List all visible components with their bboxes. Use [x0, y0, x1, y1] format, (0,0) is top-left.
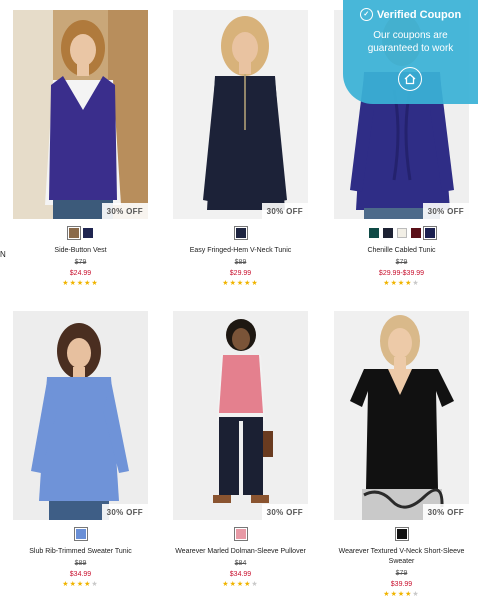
color-swatches: [13, 226, 148, 240]
star-icon: ★: [251, 280, 259, 287]
color-swatch[interactable]: [66, 226, 81, 240]
rating-stars: ★★★★★: [173, 279, 308, 289]
star-icon: ★: [412, 280, 420, 287]
color-swatch[interactable]: [394, 527, 409, 541]
sale-price: $29.99: [229, 270, 252, 277]
color-swatches: [173, 527, 308, 541]
discount-badge: 30% OFF: [261, 203, 308, 219]
coupon-subtitle-line: guaranteed to work: [367, 43, 454, 54]
star-icon: ★: [383, 280, 391, 287]
original-price: $79: [74, 259, 87, 266]
product-image[interactable]: 30% OFF: [13, 10, 148, 219]
star-icon: ★: [91, 280, 99, 287]
star-icon: ★: [222, 581, 230, 588]
star-icon: ★: [62, 280, 70, 287]
coupon-title: Verified Coupon: [376, 8, 462, 21]
product-name[interactable]: Slub Rib-Trimmed Sweater Tunic: [13, 547, 148, 557]
product-name[interactable]: Wearever Marled Dolman-Sleeve Pullover: [173, 547, 308, 557]
original-price: $79: [395, 259, 408, 266]
star-icon: ★: [62, 581, 70, 588]
star-icon: ★: [222, 280, 230, 287]
star-icon: ★: [251, 581, 259, 588]
product-image[interactable]: 30% OFF: [13, 311, 148, 520]
discount-badge: 30% OFF: [101, 203, 148, 219]
rating-stars: ★★★★★: [173, 580, 308, 590]
original-price: $89: [74, 560, 87, 567]
sale-price: $39.99: [390, 581, 413, 588]
sale-price: $29.99-$39.99: [378, 270, 425, 277]
sale-price: $34.99: [229, 571, 252, 578]
star-icon: ★: [229, 581, 237, 588]
product-image[interactable]: 30% OFF: [334, 311, 469, 520]
discount-badge: 30% OFF: [422, 203, 469, 219]
color-swatch[interactable]: [82, 228, 93, 238]
rating-stars: ★★★★★: [13, 580, 148, 590]
color-swatch[interactable]: [422, 226, 437, 240]
sale-price: $24.99: [69, 270, 92, 277]
product-name[interactable]: Chenille Cabled Tunic: [334, 246, 469, 256]
star-icon: ★: [69, 280, 77, 287]
product-name[interactable]: Side-Button Vest: [13, 246, 148, 256]
color-swatches: [173, 226, 308, 240]
coupon-subtitle-line: Our coupons are: [373, 30, 448, 41]
rating-stars: ★★★★★: [13, 279, 148, 289]
discount-badge: 30% OFF: [422, 504, 469, 520]
star-icon: ★: [229, 280, 237, 287]
original-price: $84: [234, 560, 247, 567]
star-icon: ★: [69, 581, 77, 588]
discount-badge: 30% OFF: [261, 504, 308, 520]
rating-stars: ★★★★★: [334, 279, 469, 289]
color-swatches: [334, 226, 469, 240]
color-swatch[interactable]: [73, 527, 88, 541]
color-swatch[interactable]: [233, 527, 248, 541]
coupon-subtitle: Our coupons are guaranteed to work: [343, 29, 478, 55]
product-image[interactable]: 30% OFF: [173, 311, 308, 520]
sale-price: $34.99: [69, 571, 92, 578]
color-swatch[interactable]: [233, 226, 248, 240]
cut-off-text: N: [0, 250, 6, 259]
check-circle-icon: ✓: [359, 8, 373, 21]
discount-badge: 30% OFF: [101, 504, 148, 520]
star-icon: ★: [383, 591, 391, 598]
star-icon: ★: [390, 591, 398, 598]
star-icon: ★: [91, 581, 99, 588]
star-icon: ★: [412, 591, 420, 598]
product-name[interactable]: Wearever Textured V-Neck Short-Sleeve Sw…: [334, 547, 469, 567]
product-image[interactable]: 30% OFF: [173, 10, 308, 219]
color-swatches: [334, 527, 469, 541]
color-swatch[interactable]: [368, 228, 379, 238]
coupon-title-row: ✓ Verified Coupon: [343, 8, 478, 21]
color-swatch[interactable]: [396, 228, 407, 238]
star-icon: ★: [390, 280, 398, 287]
home-icon[interactable]: [398, 67, 422, 91]
rating-stars: ★★★★★: [334, 590, 469, 600]
verified-coupon-banner[interactable]: ✓ Verified Coupon Our coupons are guaran…: [343, 0, 478, 104]
color-swatch[interactable]: [382, 228, 393, 238]
color-swatch[interactable]: [410, 228, 421, 238]
original-price: $89: [234, 259, 247, 266]
product-name[interactable]: Easy Fringed-Hem V-Neck Tunic: [173, 246, 308, 256]
color-swatches: [13, 527, 148, 541]
original-price: $79: [395, 570, 408, 577]
